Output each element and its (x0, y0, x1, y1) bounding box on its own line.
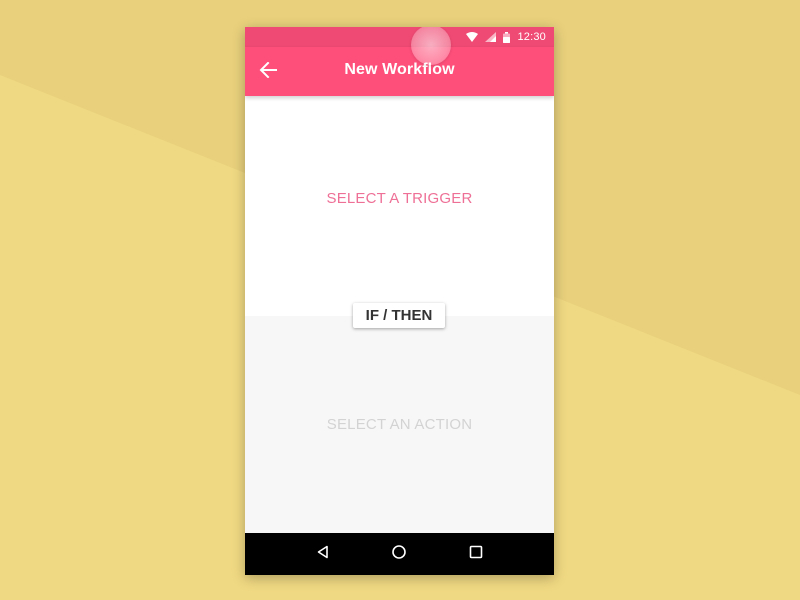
home-circle-icon (391, 544, 407, 565)
nav-home-button[interactable] (387, 542, 411, 566)
select-action-panel[interactable]: SELECT AN ACTION (245, 316, 554, 533)
signal-icon (485, 32, 497, 42)
phone-screen: 12:30 New Workflow SELECT A TRIGGER SELE… (245, 27, 554, 575)
status-time: 12:30 (517, 31, 546, 43)
status-bar: 12:30 (245, 27, 554, 47)
select-trigger-panel[interactable]: SELECT A TRIGGER (245, 96, 554, 316)
if-then-badge: IF / THEN (353, 303, 445, 328)
app-bar: New Workflow (245, 47, 554, 96)
page-title: New Workflow (344, 61, 455, 78)
nav-recents-button[interactable] (464, 542, 488, 566)
battery-icon (503, 31, 511, 43)
select-action-label: SELECT AN ACTION (326, 416, 473, 433)
nav-back-button[interactable] (311, 542, 335, 566)
back-triangle-icon (316, 545, 330, 564)
select-trigger-label: SELECT A TRIGGER (326, 189, 473, 207)
recents-square-icon (469, 545, 483, 564)
wifi-icon (466, 32, 479, 42)
system-nav-bar (245, 533, 554, 575)
